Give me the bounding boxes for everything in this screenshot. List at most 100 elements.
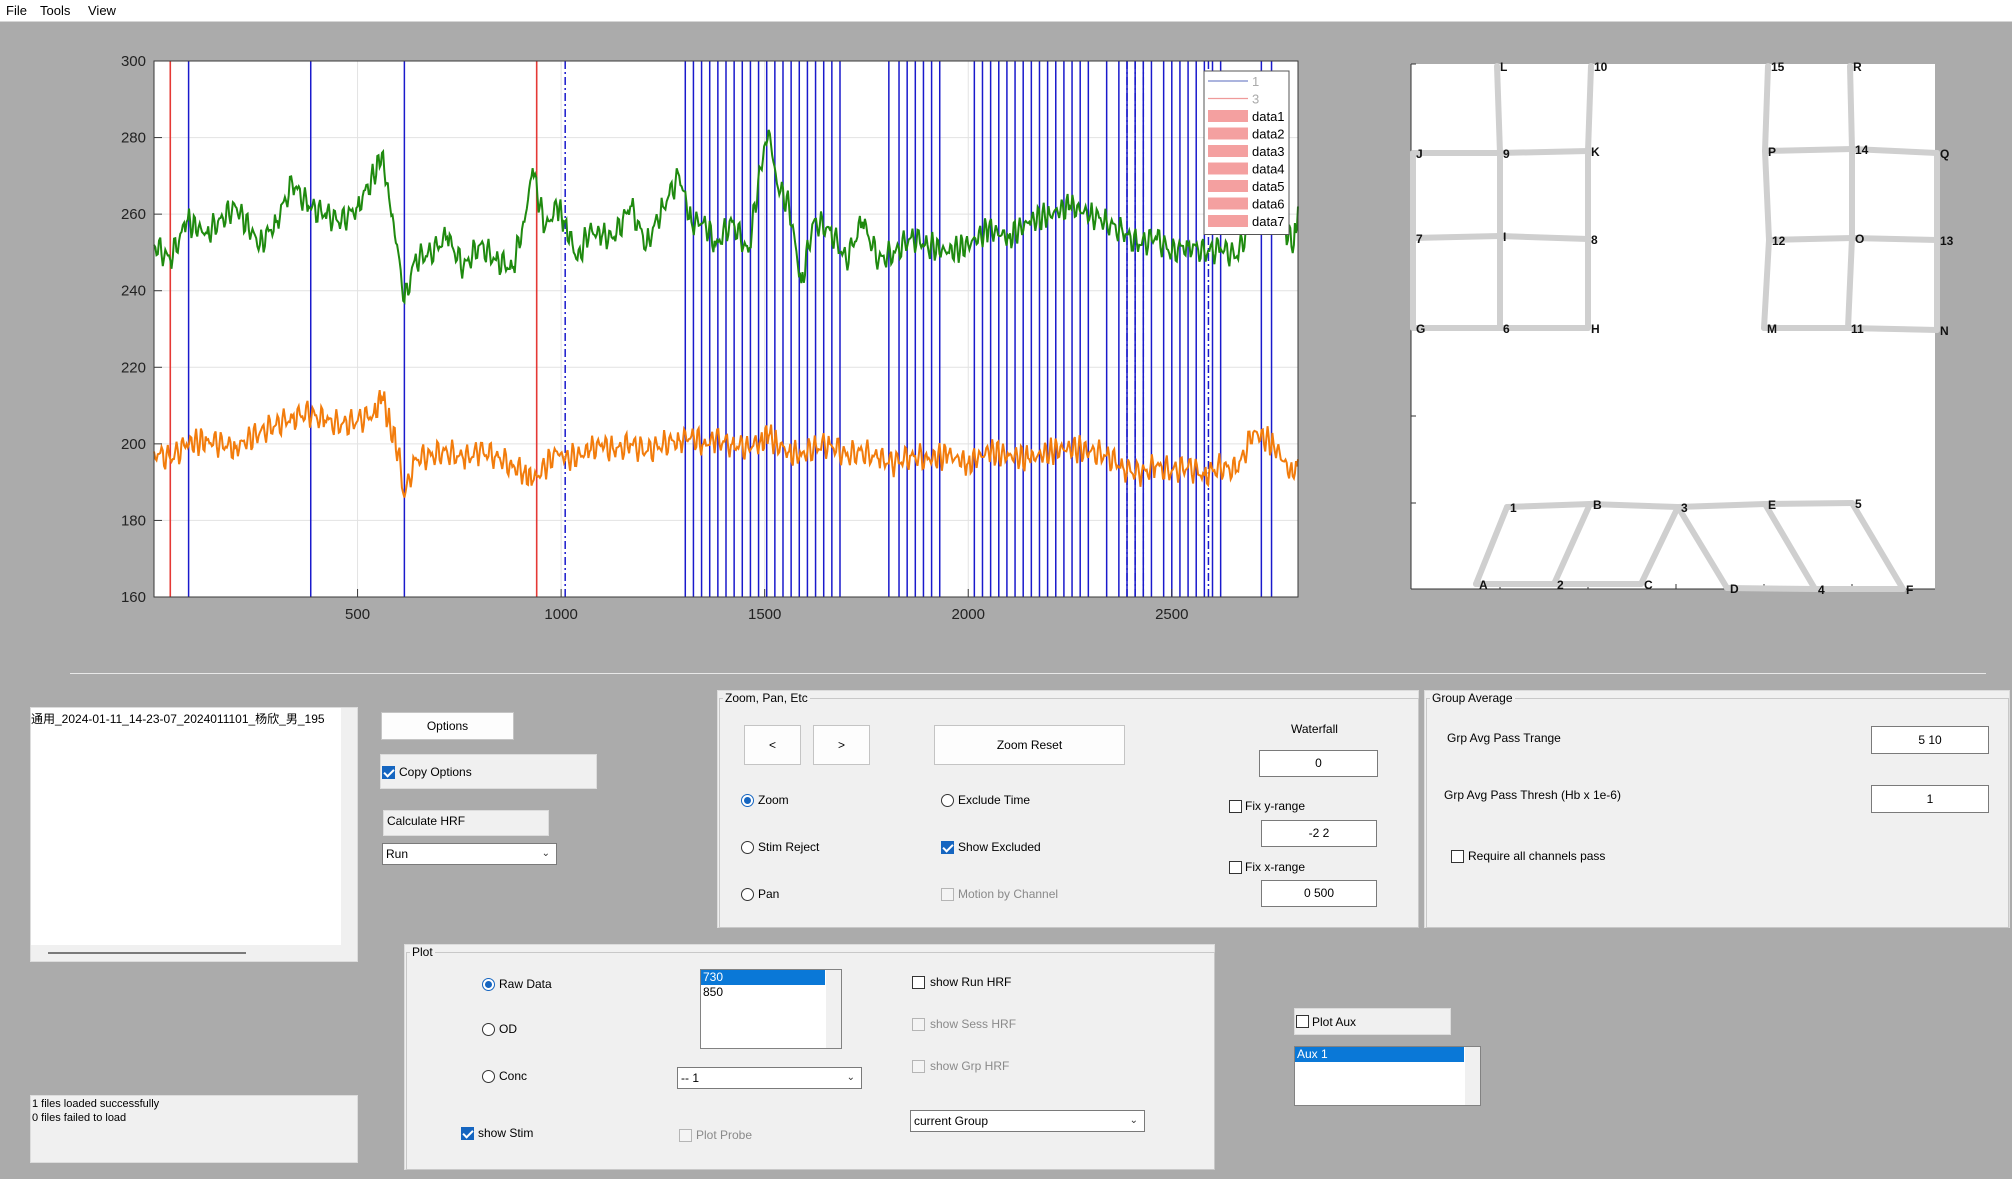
copy-options-checkbox[interactable] (382, 766, 395, 779)
od-radio[interactable] (482, 1023, 495, 1036)
probe-optode-label[interactable]: M (1767, 322, 1777, 336)
probe-view[interactable]: L 10 15 R J 9 K P 14 Q 7 I 8 12 O 13 G 6 H M 11 N 1 B 3 E 5 A 2 C D 4 F (0, 0, 2012, 640)
raw-data-label: Raw Data (499, 977, 552, 991)
probe-channel[interactable] (1762, 63, 1771, 154)
wavelength-list-scrollbar[interactable] (826, 970, 841, 1048)
fix-x-range-checkbox[interactable] (1229, 861, 1242, 874)
calculate-hrf-label-box: Calculate HRF (383, 810, 549, 836)
probe-optode-label[interactable]: 3 (1681, 501, 1688, 515)
probe-optode-label[interactable]: H (1591, 322, 1600, 336)
wavelength-item[interactable]: 730 (701, 970, 825, 985)
file-list[interactable]: 通用_2024-01-11_14-23-07_2024011101_杨欣_男_1… (31, 708, 341, 945)
show-sess-hrf-checkbox[interactable] (912, 1018, 925, 1031)
od-label: OD (499, 1022, 517, 1036)
trange-input[interactable]: 5 10 (1871, 726, 1989, 754)
probe-optode-label[interactable]: 4 (1818, 583, 1825, 597)
wavelength-list[interactable]: 730 850 (700, 969, 842, 1049)
pan-radio[interactable] (741, 888, 754, 901)
probe-optode-label[interactable]: 2 (1557, 578, 1564, 592)
probe-optode-label[interactable]: R (1853, 60, 1862, 74)
zoom-reset-button[interactable]: Zoom Reset (934, 725, 1125, 765)
fix-x-range-input[interactable]: 0 500 (1261, 880, 1377, 907)
next-button[interactable]: > (813, 725, 870, 765)
exclude-time-radio[interactable] (941, 794, 954, 807)
zoom-radio[interactable] (741, 794, 754, 807)
status-line-2: 0 files failed to load (32, 1112, 127, 1124)
probe-channel[interactable] (1497, 233, 1591, 242)
run-select[interactable]: Run ⌄ (382, 843, 557, 865)
probe-optode-label[interactable]: 8 (1591, 233, 1598, 247)
probe-optode-label[interactable]: C (1644, 578, 1653, 592)
probe-optode-label[interactable]: 6 (1503, 322, 1510, 336)
prev-button[interactable]: < (744, 725, 801, 765)
conc-select[interactable]: -- 1 ⌄ (677, 1067, 862, 1089)
probe-optode-label[interactable]: I (1503, 230, 1506, 244)
fix-y-range-checkbox[interactable] (1229, 800, 1242, 813)
probe-optode-label[interactable]: B (1593, 498, 1602, 512)
probe-optode-label[interactable]: E (1768, 498, 1776, 512)
wavelength-item[interactable]: 850 (701, 985, 825, 1000)
file-list-hscrollbar[interactable] (48, 952, 246, 954)
probe-optode-label[interactable]: O (1855, 232, 1864, 246)
file-list-item-selected[interactable]: 通用_2024-01-11_14-23-07_2024011101_杨欣_男_1… (31, 710, 339, 727)
probe-optode-label[interactable]: K (1591, 145, 1600, 159)
probe-channel[interactable] (1845, 235, 1855, 331)
probe-optode-label[interactable]: 15 (1771, 60, 1785, 74)
show-grp-hrf-checkbox[interactable] (912, 1060, 925, 1073)
aux-list[interactable]: Aux 1 (1294, 1046, 1481, 1106)
plot-probe-checkbox[interactable] (679, 1129, 692, 1142)
probe-optode-label[interactable]: Q (1940, 147, 1949, 161)
probe-optode-label[interactable]: G (1416, 322, 1425, 336)
thresh-input[interactable]: 1 (1871, 785, 1989, 813)
probe-channel[interactable] (1675, 501, 1768, 510)
probe-optode-label[interactable]: N (1940, 324, 1949, 338)
aux-item[interactable]: Aux 1 (1295, 1047, 1464, 1062)
probe-optode-label[interactable]: 10 (1594, 60, 1608, 74)
require-all-checkbox[interactable] (1451, 850, 1464, 863)
probe-optode-label[interactable]: 12 (1772, 234, 1786, 248)
probe-channel[interactable] (1410, 233, 1503, 241)
stim-reject-radio[interactable] (741, 841, 754, 854)
probe-optode-label[interactable]: L (1500, 60, 1507, 74)
raw-data-radio[interactable] (482, 978, 495, 991)
probe-optode-label[interactable]: 11 (1851, 322, 1864, 336)
probe-optode-label[interactable]: 1 (1510, 501, 1517, 515)
show-excluded-checkbox[interactable] (941, 841, 954, 854)
probe-channel[interactable] (1585, 63, 1594, 154)
probe-channel[interactable] (1847, 63, 1855, 152)
probe-channel[interactable] (1724, 585, 1818, 592)
plot-aux-checkbox[interactable] (1296, 1015, 1309, 1028)
conc-radio[interactable] (482, 1070, 495, 1083)
probe-optode-label[interactable]: 5 (1855, 497, 1862, 511)
probe-channel[interactable] (1497, 148, 1591, 156)
probe-channel[interactable] (1587, 501, 1681, 510)
waterfall-input[interactable]: 0 (1259, 750, 1378, 777)
probe-optode-label[interactable]: 14 (1855, 143, 1869, 157)
thresh-label: Grp Avg Pass Thresh (Hb x 1e-6) (1444, 788, 1621, 802)
options-button[interactable]: Options (381, 712, 514, 740)
probe-optode-label[interactable]: 7 (1416, 232, 1423, 246)
probe-channel[interactable] (1504, 501, 1593, 510)
chevron-down-icon: ⌄ (541, 848, 550, 859)
probe-optode-label[interactable]: 9 (1503, 147, 1510, 161)
fix-y-range-input[interactable]: -2 2 (1261, 820, 1377, 847)
conc-select-value: -- 1 (681, 1071, 699, 1085)
group-select[interactable]: current Group ⌄ (910, 1110, 1145, 1132)
probe-optode-label[interactable]: D (1730, 582, 1739, 596)
probe-channel[interactable] (1762, 148, 1772, 243)
show-stim-checkbox[interactable] (461, 1127, 474, 1140)
probe-optode-label[interactable]: P (1768, 145, 1776, 159)
probe-optode-label[interactable]: A (1479, 578, 1488, 592)
aux-list-scrollbar[interactable] (1465, 1047, 1480, 1105)
probe-channel[interactable] (1762, 500, 1855, 507)
probe-optode-label[interactable]: F (1906, 583, 1913, 597)
motion-by-channel-checkbox[interactable] (941, 888, 954, 901)
probe-channel[interactable] (1849, 235, 1940, 243)
stim-reject-label: Stim Reject (758, 840, 820, 854)
probe-optode-label[interactable]: J (1416, 147, 1423, 161)
probe-optode-label[interactable]: 13 (1940, 234, 1954, 248)
probe-channel[interactable] (1494, 63, 1503, 156)
show-run-hrf-checkbox[interactable] (912, 976, 925, 989)
trange-label: Grp Avg Pass Trange (1447, 731, 1561, 745)
probe-channel[interactable] (1762, 146, 1855, 154)
